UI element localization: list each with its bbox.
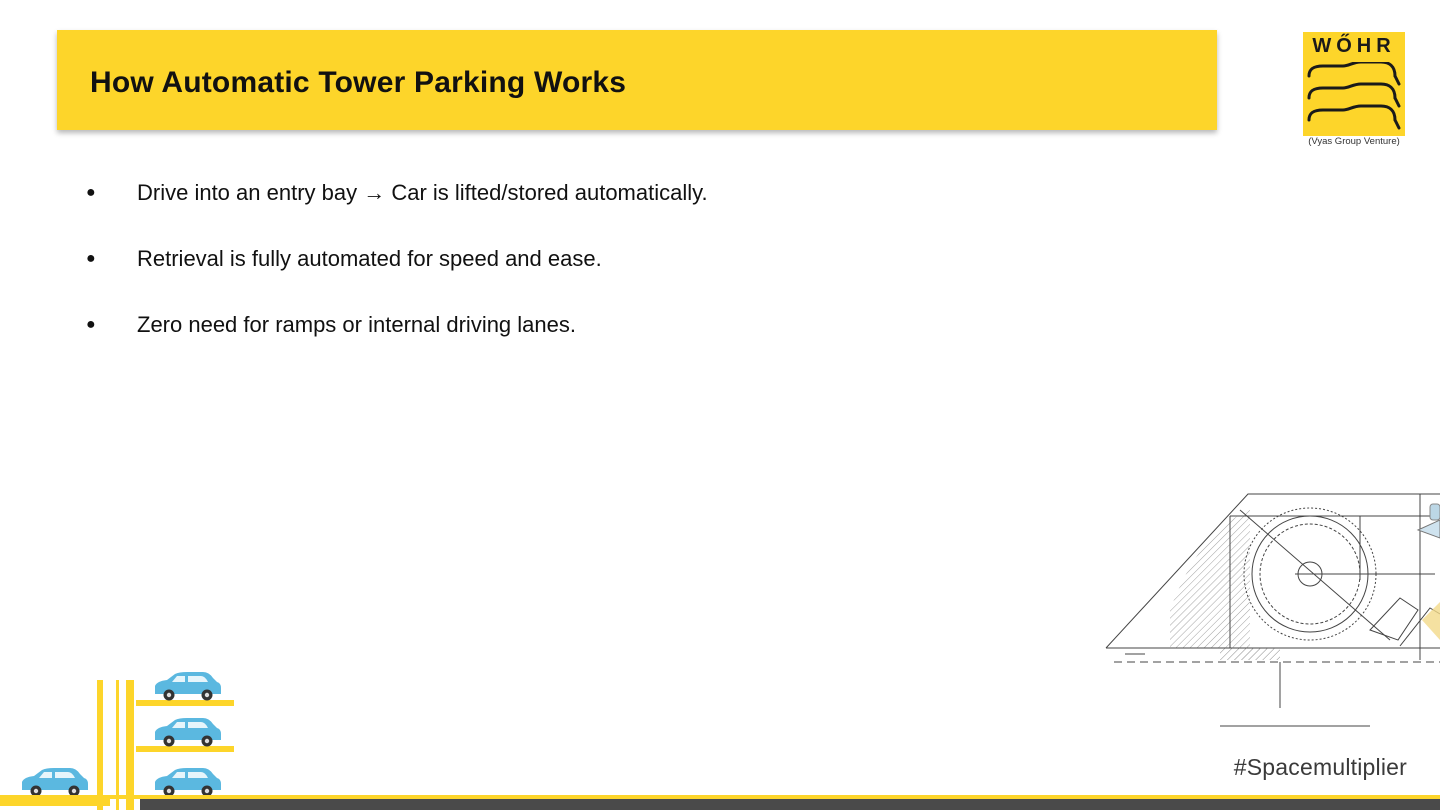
list-item: ● Retrieval is fully automated for speed… xyxy=(86,244,708,310)
logo-car-lines-icon xyxy=(1307,62,1401,130)
tower-pillar xyxy=(116,680,119,810)
bullet-text: Retrieval is fully automated for speed a… xyxy=(137,246,602,271)
logo-wordmark: WŐHR xyxy=(1312,35,1396,57)
car-icon xyxy=(155,672,221,701)
parking-shelf xyxy=(136,700,234,706)
tower-pillar xyxy=(126,680,134,810)
bullet-icon: ● xyxy=(86,316,96,333)
list-item: ● Zero need for ramps or internal drivin… xyxy=(86,310,708,376)
bullet-text: Drive into an entry bay → Car is lifted/… xyxy=(137,180,708,205)
wohr-logo: WŐHR (Vyas Group Venture) xyxy=(1300,30,1408,150)
car-icon xyxy=(155,768,221,797)
slide-title: How Automatic Tower Parking Works xyxy=(90,66,627,99)
ground-strip xyxy=(0,798,110,806)
slide: How Automatic Tower Parking Works WŐHR (… xyxy=(0,0,1440,810)
tower-pillar xyxy=(97,680,103,810)
footer-bar xyxy=(140,799,1440,810)
parking-tower-illustration xyxy=(0,672,234,810)
hashtag-text: #Spacemultiplier xyxy=(1233,754,1407,780)
bullet-icon: ● xyxy=(86,250,96,267)
bullet-list: ● Drive into an entry bay → Car is lifte… xyxy=(86,178,708,376)
car-icon xyxy=(155,718,221,747)
bullet-icon: ● xyxy=(86,184,96,201)
title-banner: How Automatic Tower Parking Works xyxy=(57,30,1217,130)
parking-shelf xyxy=(136,746,234,752)
list-item: ● Drive into an entry bay → Car is lifte… xyxy=(86,178,708,244)
car-icon xyxy=(22,768,88,797)
logo-caption: (Vyas Group Venture) xyxy=(1308,136,1400,147)
bullet-text: Zero need for ramps or internal driving … xyxy=(137,312,576,337)
blueprint-drawing xyxy=(1105,493,1440,727)
